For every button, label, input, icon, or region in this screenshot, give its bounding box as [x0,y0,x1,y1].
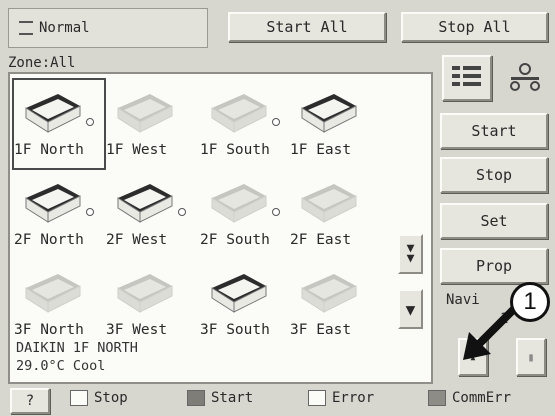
unit-label: 2F North [14,232,84,248]
unit-panel: 1F North 1F West 1F South 1F East 2F North 2F… [8,72,433,384]
scroll-page-down-button[interactable]: ▼ ▼ [398,234,423,274]
unit-tile[interactable]: 1F South [200,80,290,168]
unit-tile[interactable]: 2F East [290,170,380,258]
nav-next-icon: ▮ [527,350,535,364]
unit-label: 3F South [200,322,270,338]
air-conditioner-icon [211,184,267,223]
callout-number: 1 [510,282,550,322]
unit-label: 1F West [106,142,168,158]
unit-tile[interactable]: 1F North [12,78,106,170]
legend-commerr-label: CommErr [452,390,512,406]
list-view-icon [452,66,481,86]
mode-indicator: Normal [8,8,208,48]
status-reading: 29.0°C Cool [16,358,106,374]
unit-label: 2F South [200,232,270,248]
unit-tile[interactable]: 1F West [106,80,196,168]
unit-label: 1F East [290,142,352,158]
unit-tile[interactable]: 1F East [290,80,380,168]
air-conditioner-icon [25,274,81,313]
unit-label: 3F West [106,322,168,338]
zone-label: Zone:All [8,55,76,71]
help-button[interactable]: ? [10,388,50,414]
set-button[interactable]: Set [440,203,548,239]
air-conditioner-icon [117,94,173,133]
prop-button[interactable]: Prop [440,248,548,284]
air-conditioner-icon [25,94,81,133]
unit-tile[interactable]: 3F North [14,260,104,348]
unit-tile[interactable]: 3F West [106,260,196,348]
status-unit-name: DAIKIN 1F NORTH [16,340,138,356]
legend-start-label: Start [211,390,254,406]
legend-stop-swatch [70,390,88,406]
mode-icon [19,21,33,35]
air-conditioner-icon [25,184,81,223]
air-conditioner-icon [117,184,173,223]
legend-start-swatch [187,390,205,406]
legend-stop: Stop [70,390,128,406]
stop-all-label: Stop All [438,18,511,36]
list-view-button[interactable] [442,55,492,101]
mode-label: Normal [39,20,90,36]
legend-error: Error [308,390,374,406]
unit-status-dot [272,118,280,126]
stop-button[interactable]: Stop [440,157,548,193]
air-conditioner-icon [301,274,357,313]
help-icon: ? [25,393,35,409]
air-conditioner-icon [117,274,173,313]
air-conditioner-icon [211,274,267,313]
unit-label: 2F West [106,232,168,248]
unit-status-dot [86,118,94,126]
unit-label: 2F East [290,232,352,248]
unit-status-dot [272,208,280,216]
legend-commerr: CommErr [428,390,511,406]
unit-label: 1F North [14,142,84,158]
unit-status-dot [178,208,186,216]
air-conditioner-icon [301,94,357,133]
scroll-page-down-icon: ▼ ▼ [406,241,415,266]
set-button-label: Set [480,212,508,230]
unit-tile[interactable]: 2F South [200,170,290,258]
air-conditioner-icon [211,94,267,133]
legend-error-label: Error [332,390,375,406]
air-conditioner-icon [301,184,357,223]
unit-tile[interactable]: 3F East [290,260,380,348]
unit-label: 3F East [290,322,352,338]
start-button[interactable]: Start [440,113,548,149]
legend-commerr-swatch [428,390,446,406]
group-view-icon [510,63,540,91]
unit-tile[interactable]: 3F South [200,260,290,348]
scroll-down-icon: ▼ [405,299,416,319]
unit-tile[interactable]: 2F West [106,170,196,258]
scroll-down-button[interactable]: ▼ [398,289,423,329]
stop-button-label: Stop [475,166,513,184]
stop-all-button[interactable]: Stop All [401,12,548,42]
prop-button-label: Prop [475,257,513,275]
legend-start: Start [187,390,253,406]
legend-error-swatch [308,390,326,406]
legend-stop-label: Stop [94,390,128,406]
unit-label: 3F North [14,322,84,338]
unit-tile[interactable]: 2F North [14,170,104,258]
start-all-button[interactable]: Start All [228,12,386,42]
start-all-label: Start All [266,18,348,36]
unit-label: 1F South [200,142,270,158]
unit-status-dot [86,208,94,216]
start-button-label: Start [471,122,517,140]
group-view-button[interactable] [500,55,550,101]
